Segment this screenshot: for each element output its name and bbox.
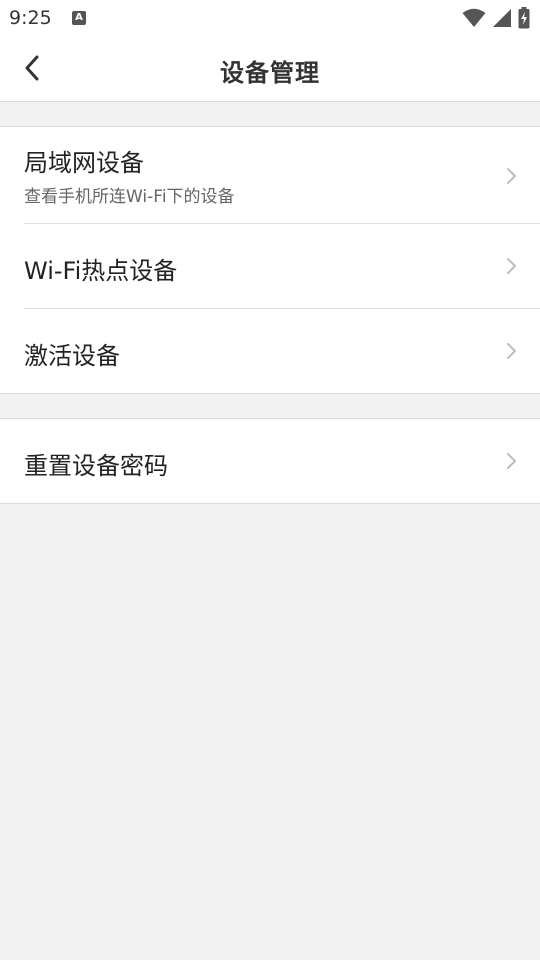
toolbar: 设备管理 xyxy=(0,36,540,102)
signal-icon xyxy=(493,9,511,27)
settings-group-devices: 局域网设备 查看手机所连Wi-Fi下的设备 Wi-Fi热点设备 激活设备 xyxy=(0,126,540,394)
status-bar: 9:25 A xyxy=(0,0,540,36)
wifi-hotspot-devices-title: Wi-Fi热点设备 xyxy=(24,257,178,285)
status-icons xyxy=(462,7,530,29)
settings-group-password: 重置设备密码 xyxy=(0,418,540,504)
chevron-right-icon xyxy=(507,343,516,359)
a-notification-icon: A xyxy=(72,11,86,25)
lan-devices-row[interactable]: 局域网设备 查看手机所连Wi-Fi下的设备 xyxy=(0,127,540,224)
status-time: 9:25 xyxy=(9,7,52,29)
reset-device-password-title: 重置设备密码 xyxy=(24,452,168,480)
battery-charging-icon xyxy=(518,7,530,29)
activate-device-title: 激活设备 xyxy=(24,342,120,370)
lan-devices-subtitle: 查看手机所连Wi-Fi下的设备 xyxy=(24,187,235,207)
chevron-right-icon xyxy=(507,453,516,469)
wifi-hotspot-devices-row[interactable]: Wi-Fi热点设备 xyxy=(0,224,540,309)
chevron-right-icon xyxy=(507,258,516,274)
activate-device-row[interactable]: 激活设备 xyxy=(0,309,540,393)
page-title: 设备管理 xyxy=(220,59,320,87)
chevron-right-icon xyxy=(507,168,516,184)
wifi-icon xyxy=(462,8,486,27)
lan-devices-title: 局域网设备 xyxy=(24,149,144,177)
reset-device-password-row[interactable]: 重置设备密码 xyxy=(0,419,540,503)
